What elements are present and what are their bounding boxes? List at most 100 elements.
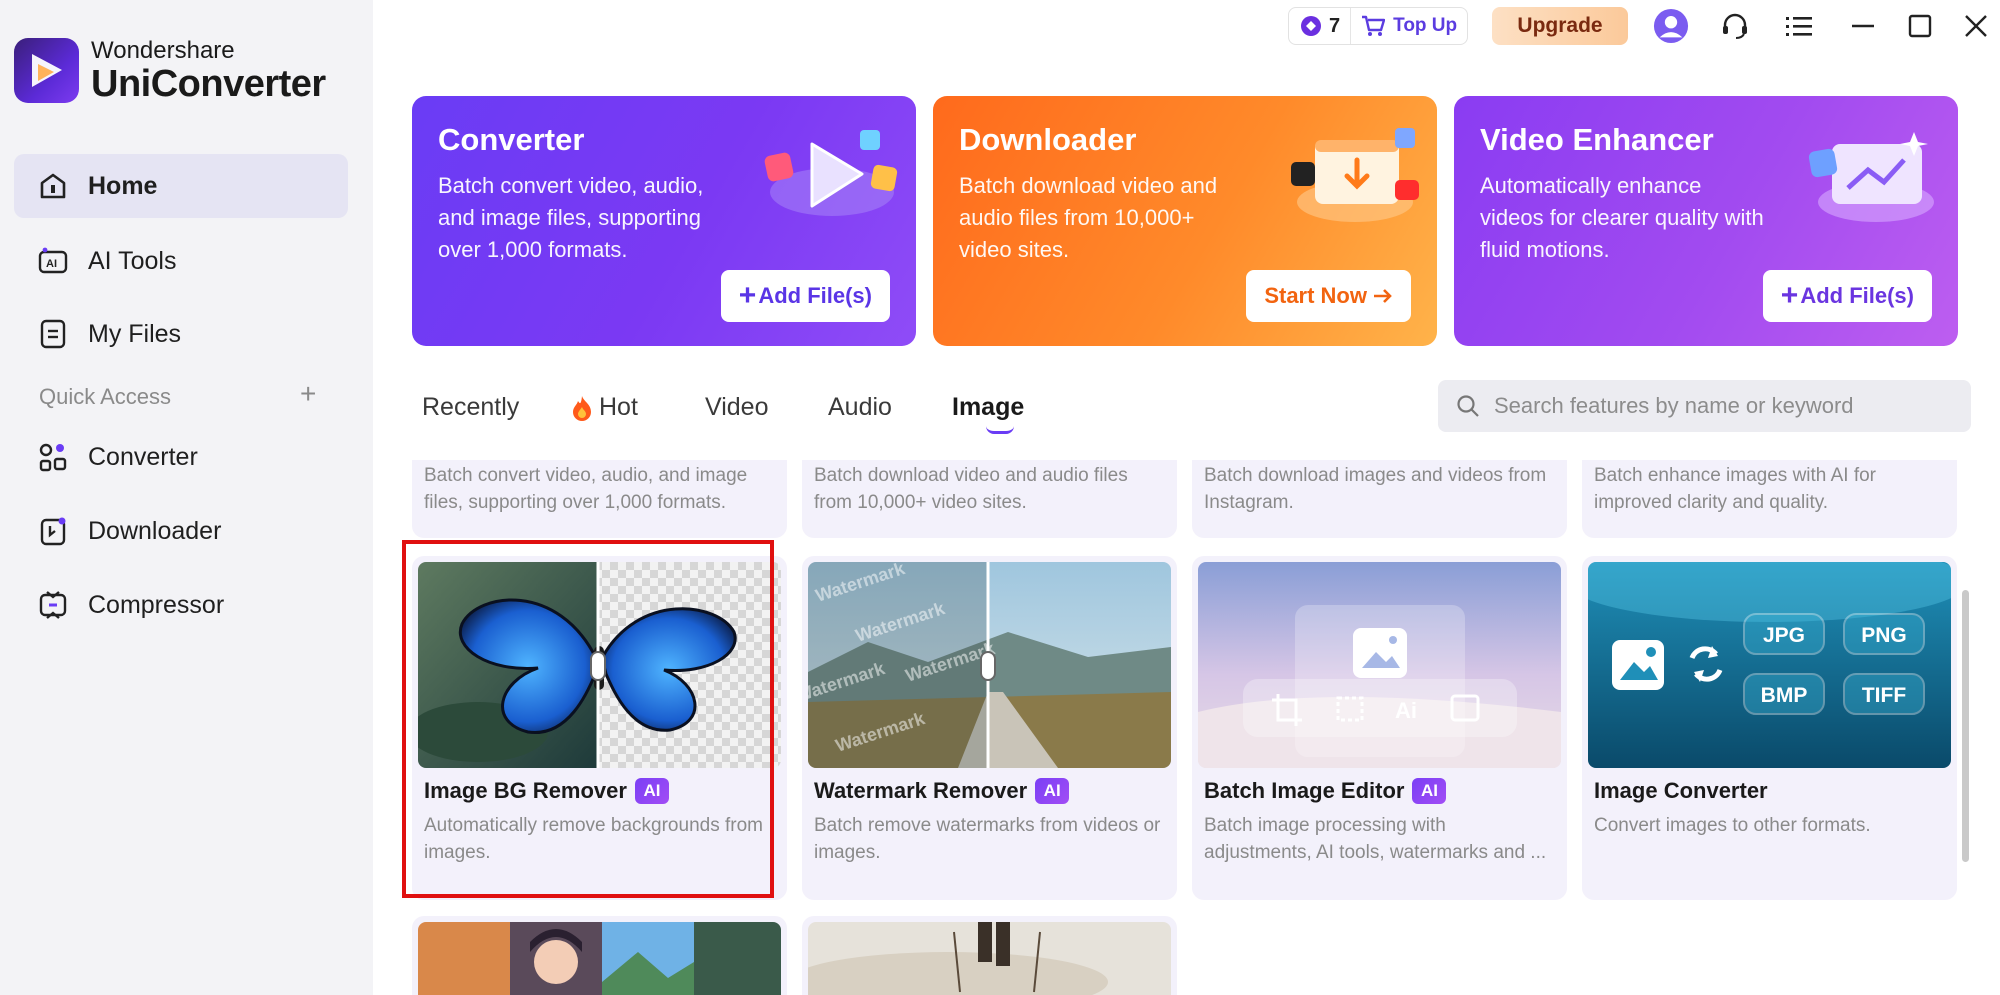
format-label: PNG [1861,624,1907,647]
credits-topup-pill: 7 Top Up [1288,7,1468,45]
feature-desc: Batch image processing with adjustments,… [1204,815,1547,863]
feature-desc: Batch convert video, audio, and image fi… [424,465,748,513]
search-icon [1456,394,1480,418]
sidebar-item-label: Downloader [88,516,222,545]
feature-desc: Convert images to other formats. [1594,815,1871,836]
sidebar-item-ai-tools[interactable]: AI AI Tools [14,229,348,293]
feature-desc: Automatically remove backgrounds from im… [424,815,763,863]
tab-audio[interactable]: Audio [828,393,892,422]
image-converter-preview-image: JPG PNG BMP TIFF [1588,562,1951,768]
quick-access-label: Quick Access [39,384,172,409]
video-enhancer-title: Video Enhancer [1480,122,1714,157]
ai-badge: AI [634,778,669,804]
brand: Wondershare UniConverter [14,38,326,103]
cart-icon [1361,15,1386,37]
credits-counter[interactable]: 7 [1289,8,1352,44]
tab-hot[interactable]: Hot [571,393,638,422]
sidebar-item-label: AI Tools [88,246,177,275]
feature-desc: Batch download video and audio files fro… [814,465,1128,513]
feature-desc: Batch enhance images with AI for improve… [1594,465,1876,513]
search-input[interactable] [1494,393,1964,419]
plus-icon: + [1780,279,1799,312]
sidebar-item-label: Compressor [88,590,225,619]
feature-title-text: Image Converter [1594,778,1768,803]
feature-grid-scrollbar[interactable] [1962,590,1969,862]
brand-company: Wondershare [91,36,235,64]
downloader-start-now-button[interactable]: Start Now [1246,270,1411,322]
feature-title: Image Converter [1594,778,1768,804]
feature-card-image-enhancer[interactable]: Batch enhance images with AI for improve… [1582,460,1957,538]
credit-gem-icon [1301,16,1321,36]
landscape-preview-image: Watermark Watermark Watermark Watermark … [808,562,1171,768]
feature-title: Batch Image Editor AI [1204,778,1447,804]
feature-grid: Batch convert video, audio, and image fi… [373,460,1973,995]
feature-card-image-bg-remover[interactable]: Image BG Remover AI Automatically remove… [412,556,787,900]
feature-card-watermark-remover[interactable]: Watermark Watermark Watermark Watermark … [802,556,1177,900]
feature-card-converter[interactable]: Batch convert video, audio, and image fi… [412,460,787,538]
support-headset-icon[interactable] [1717,8,1753,44]
converter-add-files-label: Add File(s) [758,283,872,308]
maximize-icon[interactable] [1902,8,1938,44]
fire-icon [571,395,593,421]
anime-portrait-preview-image [418,922,781,995]
sidebar-item-my-files[interactable]: My Files [14,302,348,366]
feature-title-text: Batch Image Editor [1204,778,1405,803]
tab-recently[interactable]: Recently [422,393,519,422]
feature-card-downloader[interactable]: Batch download video and audio files fro… [802,460,1177,538]
downloader-hero-card[interactable]: Downloader Batch download video and audi… [933,96,1437,346]
tab-image[interactable]: Image [952,393,1024,422]
converter-add-files-button[interactable]: + Add File(s) [720,270,890,322]
user-avatar-icon[interactable] [1653,8,1689,44]
video-enhancer-hero-card[interactable]: Video Enhancer Automatically enhance vid… [1454,96,1958,346]
converter-icon [36,440,70,474]
feature-card-partial-1[interactable] [412,916,787,995]
brand-product: UniConverter [91,62,326,105]
feature-card-instagram-downloader[interactable]: Batch download images and videos from In… [1192,460,1567,538]
downloader-icon [36,514,70,548]
sidebar-item-compressor[interactable]: Compressor [14,573,348,637]
converter-desc: Batch convert video, audio, and image fi… [438,173,704,262]
downloader-desc: Batch download video and audio files fro… [959,173,1218,262]
uniconverter-logo-icon [14,38,79,103]
ai-tools-icon: AI [36,244,70,278]
sidebar-item-downloader[interactable]: Downloader [14,499,348,563]
feature-title: Image BG Remover AI [424,778,669,804]
compressor-icon [36,588,70,622]
sidebar-item-label: My Files [88,319,182,348]
format-label: TIFF [1862,684,1906,707]
sidebar-item-label: Converter [88,442,198,471]
feature-card-image-converter[interactable]: JPG PNG BMP TIFF Image Converter Convert… [1582,556,1957,900]
converter-illustration-icon [762,124,902,239]
feature-title-text: Watermark Remover [814,778,1028,803]
feature-card-batch-image-editor[interactable]: Ai Batch Image Editor AI Batch image pro… [1192,556,1567,900]
downloader-start-now-label: Start Now [1264,283,1367,308]
close-icon[interactable] [1958,8,1994,44]
converter-title: Converter [438,122,585,157]
upgrade-button[interactable]: Upgrade [1492,7,1628,45]
minimize-icon[interactable] [1845,8,1881,44]
credits-count: 7 [1329,14,1341,37]
converter-hero-card[interactable]: Converter Batch convert video, audio, an… [412,96,916,346]
add-quick-access-button[interactable]: + [300,380,316,408]
tab-video[interactable]: Video [705,393,769,422]
sidebar: Wondershare UniConverter Home AI AI Tool… [0,0,373,995]
home-icon [36,169,70,203]
batch-editor-preview-image: Ai [1198,562,1561,768]
arrow-right-icon [1373,287,1393,305]
feature-desc: Batch remove watermarks from videos or i… [814,815,1161,863]
butterfly-preview-image [418,562,781,768]
ai-badge: AI [1035,778,1070,804]
top-up-button[interactable]: Top Up [1351,15,1457,37]
feature-title: Watermark Remover AI [814,778,1070,804]
video-enhancer-add-files-label: Add File(s) [1800,283,1914,308]
sidebar-item-converter[interactable]: Converter [14,425,348,489]
svg-text:Ai: Ai [1395,698,1417,723]
video-enhancer-illustration-icon [1804,124,1944,239]
menu-list-icon[interactable] [1781,8,1817,44]
tab-hot-label: Hot [599,393,638,421]
video-enhancer-add-files-button[interactable]: + Add File(s) [1762,270,1932,322]
feature-card-partial-2[interactable] [802,916,1177,995]
feature-title-text: Image BG Remover [424,778,627,803]
sidebar-item-home[interactable]: Home [14,154,348,218]
feature-desc: Batch download images and videos from In… [1204,465,1547,513]
